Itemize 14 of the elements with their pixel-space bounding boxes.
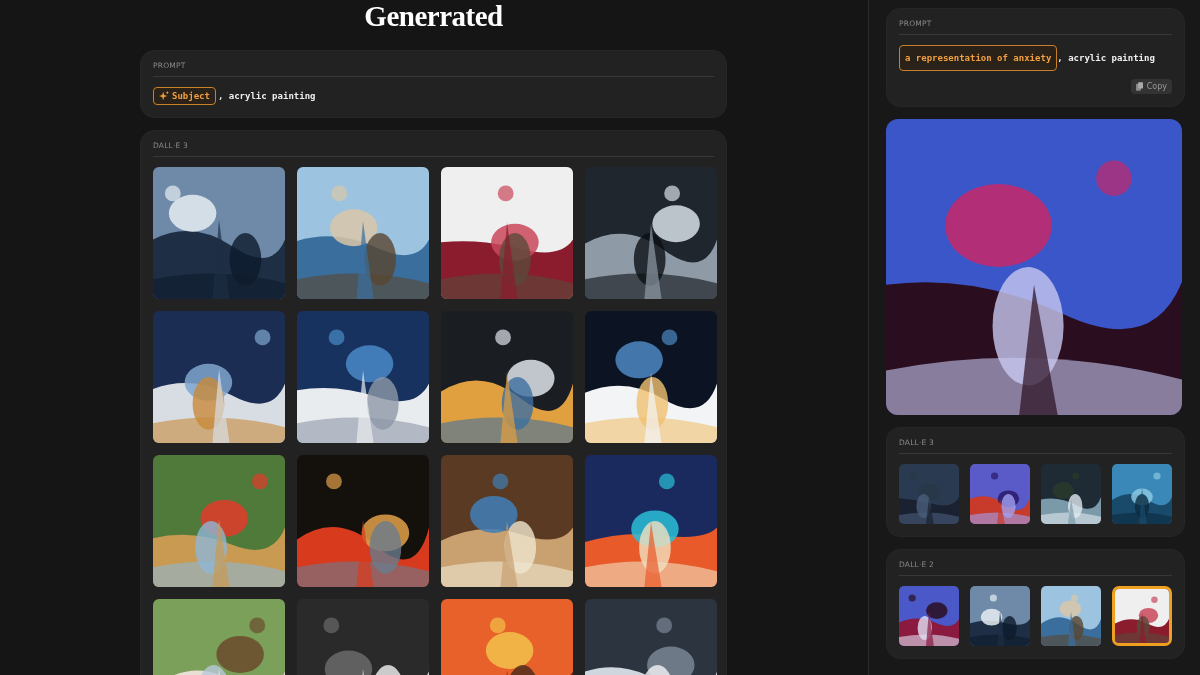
thumbnail[interactable]: [899, 586, 959, 646]
thumbnail[interactable]: [1041, 464, 1101, 524]
sparkle-icon: [159, 91, 169, 101]
thumbnail[interactable]: [1041, 586, 1101, 646]
thumbnail[interactable]: [1112, 464, 1172, 524]
thumbnail[interactable]: [899, 464, 959, 524]
thumbnail[interactable]: [970, 464, 1030, 524]
copy-icon: [1135, 82, 1143, 91]
prompt-text: , acrylic painting: [217, 91, 316, 101]
copy-button[interactable]: Copy: [1130, 79, 1172, 94]
page-title: Generrated: [363, 0, 504, 32]
thumbnail[interactable]: [970, 586, 1030, 646]
subject-chip[interactable]: Subject: [153, 87, 216, 105]
thumbnail[interactable]: [1112, 586, 1172, 646]
